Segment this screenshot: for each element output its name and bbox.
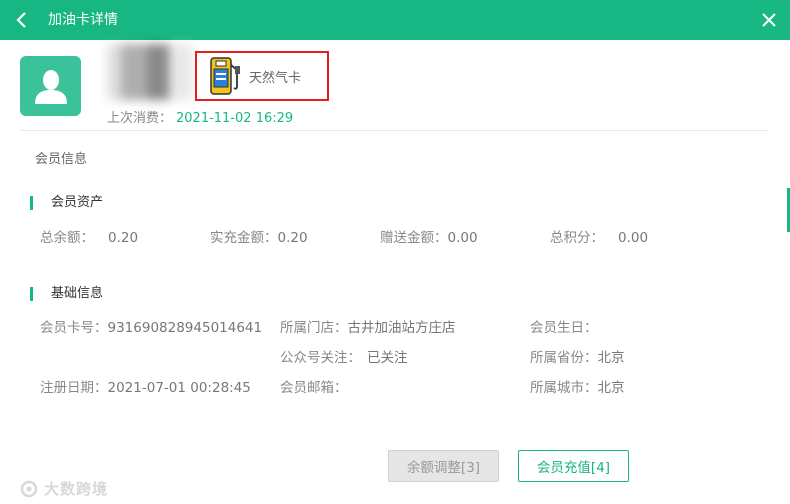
register-date: 注册日期：2021-07-01 00:28:45 — [40, 376, 251, 396]
city: 所属城市：北京 — [530, 376, 625, 396]
title-bar: 加油卡详情 — [0, 0, 790, 40]
card-type-label: 天然气卡 — [249, 70, 302, 86]
total-balance-value: 0.20 — [108, 230, 139, 246]
watermark: 大数跨境 — [18, 478, 108, 499]
gift-amount-label: 赠送金额： — [380, 230, 448, 246]
city-value: 北京 — [597, 380, 625, 396]
basic-section-title: 基础信息 — [30, 287, 103, 301]
register-date-value: 2021-07-01 00:28:45 — [107, 380, 251, 396]
register-date-label: 注册日期： — [40, 380, 108, 396]
gift-amount: 赠送金额：0.00 — [380, 226, 478, 246]
watermark-text: 大数跨境 — [44, 480, 109, 498]
email: 会员邮箱： — [280, 376, 348, 396]
birthday-label: 会员生日： — [530, 320, 598, 336]
total-balance-label: 总余额： — [40, 230, 94, 246]
card-type-highlight: 天然气卡 — [195, 51, 329, 101]
store: 所属门店：古井加油站方庄店 — [280, 316, 456, 336]
wechat-follow-value: 已关注 — [367, 350, 408, 366]
member-recharge-button[interactable]: 会员充值[4] — [518, 450, 629, 482]
balance-adjust-button[interactable]: 余额调整[3] — [388, 450, 499, 482]
page-title: 加油卡详情 — [48, 12, 118, 28]
card-number-value: 931690828945014641 — [107, 320, 263, 336]
total-points: 总积分： 0.00 — [550, 226, 648, 246]
avatar — [20, 56, 81, 116]
province-label: 所属省份： — [530, 350, 598, 366]
birthday: 会员生日： — [530, 316, 598, 336]
chevron-left-icon — [16, 12, 26, 28]
card-number-label: 会员卡号： — [40, 320, 108, 336]
wechat-follow: 公众号关注： 已关注 — [280, 346, 408, 366]
province-value: 北京 — [597, 350, 625, 366]
total-balance: 总余额： 0.20 — [40, 226, 138, 246]
member-info-title: 会员信息 — [35, 152, 88, 167]
member-name-blurred — [107, 44, 193, 100]
assets-section-title: 会员资产 — [30, 196, 103, 210]
gift-amount-value: 0.00 — [447, 230, 478, 246]
back-button[interactable] — [8, 6, 34, 34]
wechat-follow-label: 公众号关注： — [280, 350, 361, 366]
total-points-label: 总积分： — [550, 230, 604, 246]
gas-pump-icon — [210, 57, 240, 95]
watermark-logo-icon — [20, 480, 38, 497]
province: 所属省份：北京 — [530, 346, 625, 366]
last-consume-label: 上次消费： — [107, 111, 173, 126]
actual-recharge-value: 0.20 — [277, 230, 308, 246]
last-consume: 上次消费： 2021-11-02 16:29 — [107, 107, 293, 126]
actual-recharge-label: 实充金额： — [210, 230, 278, 246]
store-value: 古井加油站方庄店 — [347, 320, 456, 336]
email-label: 会员邮箱： — [280, 380, 348, 396]
user-icon — [34, 70, 67, 104]
last-consume-value: 2021-11-02 16:29 — [176, 111, 294, 126]
total-points-value: 0.00 — [618, 230, 649, 246]
city-label: 所属城市： — [530, 380, 598, 396]
close-button[interactable] — [756, 6, 782, 34]
divider — [20, 130, 768, 131]
close-icon — [762, 13, 776, 27]
actual-recharge: 实充金额：0.20 — [210, 226, 308, 246]
store-label: 所属门店： — [280, 320, 348, 336]
card-number: 会员卡号：931690828945014641 — [40, 316, 262, 336]
